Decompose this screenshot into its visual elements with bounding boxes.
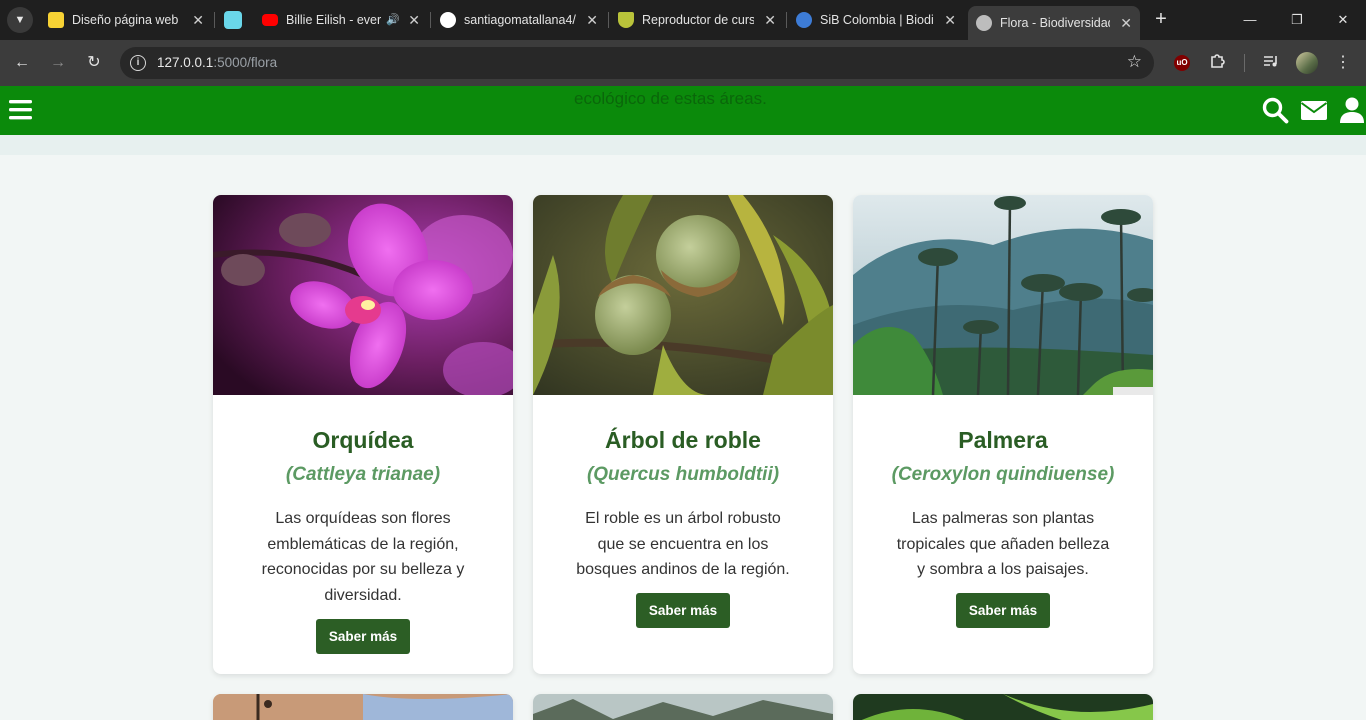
flora-card-next-1 (213, 694, 513, 720)
flora-card-palmera: Palmera (Ceroxylon quindiuense) Las palm… (853, 195, 1153, 674)
tab-title: Reproductor de curs (642, 13, 754, 27)
card-scientific-name: (Cattleya trianae) (285, 464, 441, 485)
close-tab-icon[interactable]: ✕ (944, 6, 956, 34)
browser-tabstrip: ▼ Diseño página web ✕ Billie Eilish - ev… (0, 0, 1366, 40)
tab-diseno[interactable]: Diseño página web ✕ (40, 6, 212, 34)
hero-text-behind-navbar: ecológico de estas áreas. (574, 89, 767, 108)
wax-palms-image (853, 195, 1153, 395)
new-tab-icon[interactable]: + (1150, 8, 1172, 30)
section-top-band (0, 135, 1366, 155)
flora-card-next-2 (533, 694, 833, 720)
media-control-icon[interactable] (1260, 52, 1282, 74)
hamburger-menu-icon[interactable] (7, 96, 35, 124)
saber-mas-button[interactable]: Saber más (636, 593, 730, 628)
tab-title: SiB Colombia | Biodi (820, 13, 934, 27)
oak-acorns-image (533, 195, 833, 395)
shield-favicon-icon (618, 12, 634, 28)
ublock-extension-icon[interactable]: uO (1174, 55, 1190, 71)
card-description: Las orquídeas son flores emblemáticas de… (261, 510, 465, 605)
tab-github[interactable]: santiagomatallana4/ ✕ (432, 6, 606, 34)
close-tab-icon[interactable]: ✕ (192, 6, 204, 34)
tab-search-button[interactable]: ▼ (7, 7, 33, 33)
card-title: Palmera (958, 427, 1048, 453)
card-image (853, 694, 1153, 720)
tab-pinned[interactable] (216, 6, 252, 34)
card-scientific-name: (Ceroxylon quindiuense) (891, 464, 1115, 485)
extensions-puzzle-icon[interactable] (1207, 52, 1229, 74)
tab-flora[interactable]: Flora - Biodiversidad ✕ (968, 6, 1140, 40)
sib-favicon-icon (796, 12, 812, 28)
card-image (213, 694, 513, 720)
flora-card-roble: Árbol de roble (Quercus humboldtii) El r… (533, 195, 833, 674)
browser-menu-icon[interactable]: ⋮ (1332, 52, 1354, 74)
orchid-image (213, 195, 513, 395)
tab-title: Diseño página web (72, 13, 179, 27)
site-navbar: ecológico de estas áreas. (0, 86, 1366, 135)
reload-icon[interactable]: ↻ (82, 51, 106, 75)
bookmark-star-icon[interactable]: ☆ (1127, 52, 1142, 72)
card-description: El roble es un árbol robusto que se encu… (576, 510, 790, 579)
close-tab-icon[interactable]: ✕ (1120, 6, 1132, 40)
saber-mas-button[interactable]: Saber más (956, 593, 1050, 628)
github-favicon-icon (440, 12, 456, 28)
page-viewport: ecológico de estas áreas. Orquídea (Catt… (0, 86, 1366, 720)
url-text[interactable]: 127.0.0.1:5000/flora (157, 55, 277, 70)
back-arrow-icon[interactable]: ← (10, 51, 34, 75)
tab-title: Billie Eilish - ever (286, 13, 382, 27)
tab-title: Flora - Biodiversidad (1000, 16, 1110, 30)
envelope-icon[interactable] (1300, 96, 1328, 124)
forward-arrow-icon[interactable]: → (46, 51, 70, 75)
audio-playing-icon[interactable]: 🔊 (386, 6, 400, 34)
user-icon[interactable] (1338, 96, 1366, 124)
youtube-favicon-icon (262, 14, 278, 26)
address-bar[interactable]: i 127.0.0.1:5000/flora ☆ (120, 47, 1154, 79)
saber-mas-button[interactable]: Saber más (316, 619, 410, 654)
restore-icon[interactable]: ❐ (1285, 8, 1309, 32)
flora-card-orquidea: Orquídea (Cattleya trianae) Las orquídea… (213, 195, 513, 674)
tab-sib[interactable]: SiB Colombia | Biodi ✕ (788, 6, 964, 34)
window-close-icon[interactable]: ✕ (1331, 8, 1355, 32)
site-info-icon[interactable]: i (130, 55, 146, 71)
tab-reproductor[interactable]: Reproductor de curs ✕ (610, 6, 784, 34)
tab-youtube[interactable]: Billie Eilish - ever 🔊 ✕ (254, 6, 428, 34)
card-scientific-name: (Quercus humboldtii) (586, 464, 780, 485)
close-tab-icon[interactable]: ✕ (408, 6, 420, 34)
app-favicon-icon (224, 11, 242, 29)
card-title: Árbol de roble (605, 427, 761, 453)
flora-card-next-3 (853, 694, 1153, 720)
close-tab-icon[interactable]: ✕ (764, 6, 776, 34)
browser-toolbar: ← → ↻ i 127.0.0.1:5000/flora ☆ uO ⋮ (0, 40, 1366, 86)
profile-avatar[interactable] (1296, 52, 1318, 74)
card-description: Las palmeras son plantas tropicales que … (896, 510, 1110, 579)
card-title: Orquídea (312, 427, 414, 453)
close-tab-icon[interactable]: ✕ (586, 6, 598, 34)
tab-title: santiagomatallana4/ (464, 13, 576, 27)
globe-favicon-icon (976, 15, 992, 31)
minimize-icon[interactable]: — (1238, 8, 1262, 32)
card-image (533, 694, 833, 720)
search-icon[interactable] (1261, 96, 1289, 124)
miro-favicon-icon (48, 12, 64, 28)
